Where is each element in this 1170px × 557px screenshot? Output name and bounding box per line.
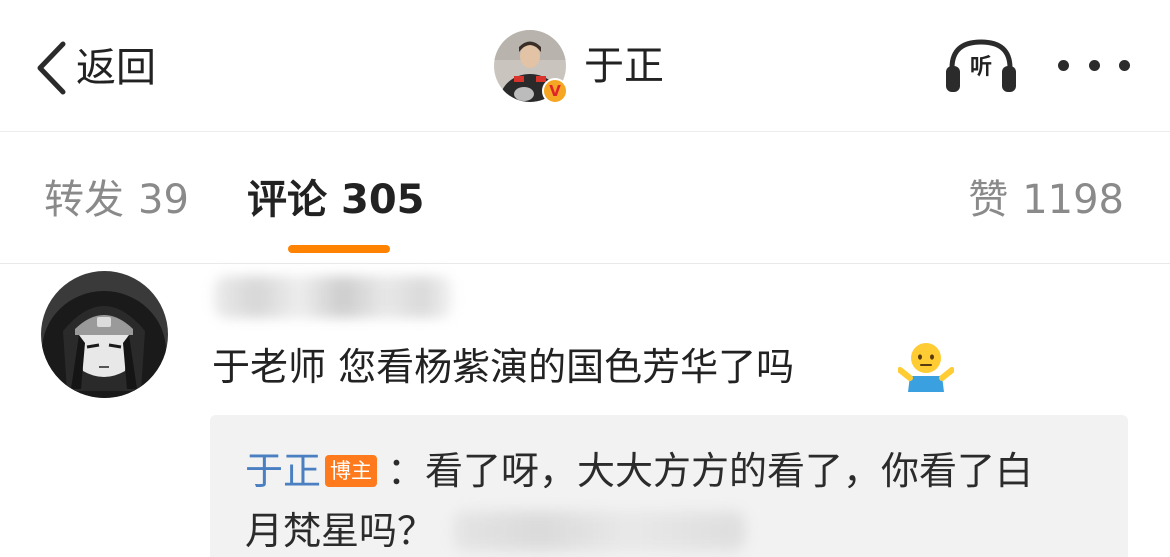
weibo-comment-page: 返回 V 于正 听 转发 39 评论 305 赞 1198 于老师 您看杨紫演的… [0,0,1170,557]
tab-label: 转发 [44,177,124,223]
reply-text-line-1: ：看了呀，大大方方的看了，你看了白 [387,449,1034,493]
tab-count: 39 [138,177,189,223]
author-profile-link[interactable]: V 于正 [494,30,664,104]
tab-label: 评论 [247,177,327,223]
back-label: 返回 [76,45,156,91]
interaction-tabs: 转发 39 评论 305 赞 1198 [0,133,1170,264]
tab-label: 赞 [968,177,1009,223]
dot [1058,59,1069,71]
listen-label: 听 [969,55,992,80]
blogger-badge: 博主 [325,455,378,487]
commenter-name-redacted [214,276,452,318]
chevron-left-icon [37,41,66,95]
author-avatar[interactable]: V [494,30,568,104]
author-reply-box[interactable]: 于正 博主 ：看了呀，大大方方的看了，你看了白 月梵星吗？ [210,415,1128,557]
active-tab-indicator [288,245,390,253]
reply-line-1: 于正 博主 ：看了呀，大大方方的看了，你看了白 [245,448,1033,494]
more-dots-icon[interactable] [1058,50,1130,80]
reply-text-line-2: 月梵星吗？ [245,509,436,553]
back-button[interactable]: 返回 [34,38,156,98]
shrug-emoji-icon [898,343,954,392]
comment-text: 于老师 您看杨紫演的国色芳华了吗 [212,345,795,389]
dot [1088,59,1100,71]
verified-badge-icon: V [542,78,568,104]
tab-comments[interactable]: 评论 305 [247,177,425,223]
tab-count: 1198 [1022,177,1124,223]
tab-likes[interactable]: 赞 1198 [968,177,1124,223]
dot [1119,59,1130,71]
listen-button[interactable]: 听 [944,38,1018,94]
tab-count: 305 [341,177,425,223]
author-name[interactable]: 于正 [584,46,664,86]
reply-tail-redacted [453,511,745,551]
tab-reposts[interactable]: 转发 39 [44,177,189,223]
reply-author-link[interactable]: 于正 [245,449,321,493]
commenter-avatar[interactable] [41,271,168,398]
top-nav-bar: 返回 V 于正 听 [0,0,1170,132]
reply-line-2: 月梵星吗？ [245,508,435,554]
